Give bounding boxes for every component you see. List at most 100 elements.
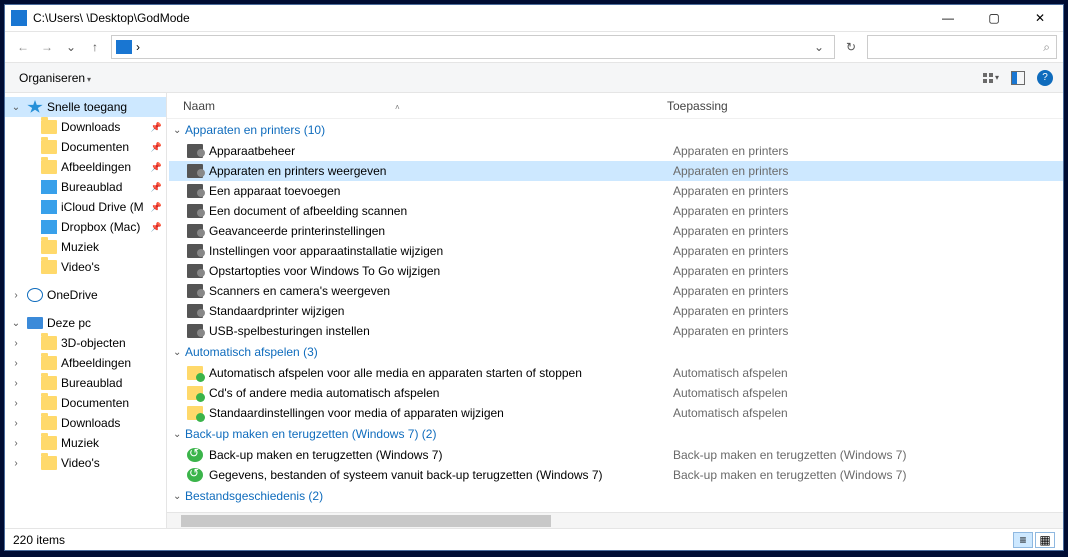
item-app: Back-up maken en terugzetten (Windows 7) xyxy=(673,468,906,482)
list-item[interactable]: Een document of afbeelding scannenAppara… xyxy=(169,201,1063,221)
item-name: Opstartopties voor Windows To Go wijzige… xyxy=(209,264,673,278)
item-icon xyxy=(187,448,203,462)
list-item[interactable]: Gegevens, bestanden of systeem vanuit ba… xyxy=(169,465,1063,485)
item-icon xyxy=(187,224,203,238)
recent-dropdown[interactable]: ⌄ xyxy=(59,35,83,59)
close-button[interactable]: ✕ xyxy=(1017,5,1063,31)
list-item[interactable]: USB-spelbesturingen instellenApparaten e… xyxy=(169,321,1063,341)
maximize-button[interactable]: ▢ xyxy=(971,5,1017,31)
pc-icon xyxy=(27,317,43,329)
expand-icon[interactable]: ⌄ xyxy=(9,318,23,329)
forward-button[interactable]: → xyxy=(35,35,59,59)
sidebar-item-onedrive[interactable]: ›OneDrive xyxy=(5,285,166,305)
sidebar-item-video-s[interactable]: ›Video's xyxy=(5,453,166,473)
list-item[interactable]: Geavanceerde printerinstellingenApparate… xyxy=(169,221,1063,241)
sidebar-label: Deze pc xyxy=(47,316,162,330)
sidebar-item-muziek[interactable]: ›Muziek xyxy=(5,433,166,453)
pin-icon: 📌 xyxy=(151,182,162,193)
sidebar-label: Downloads xyxy=(61,120,149,134)
col-name[interactable]: Naam xyxy=(183,99,215,113)
sidebar-item-documenten[interactable]: › Documenten xyxy=(5,393,166,413)
sidebar-label: Afbeeldingen xyxy=(61,160,149,174)
item-name: Automatisch afspelen voor alle media en … xyxy=(209,366,673,380)
help-button[interactable]: ? xyxy=(1037,70,1053,86)
list-item[interactable]: Een apparaat toevoegenApparaten en print… xyxy=(169,181,1063,201)
sidebar-item-dropbox-mac-[interactable]: Dropbox (Mac)📌 xyxy=(5,217,166,237)
h-scrollbar[interactable] xyxy=(167,512,1063,528)
list-item[interactable]: ApparaatbeheerApparaten en printers xyxy=(169,141,1063,161)
search-input[interactable]: ⌕ xyxy=(867,35,1057,59)
item-icon xyxy=(187,144,203,158)
group-header[interactable]: ⌄Automatisch afspelen (3) xyxy=(169,341,1063,363)
sidebar-item-icloud-drive-m[interactable]: iCloud Drive (M📌 xyxy=(5,197,166,217)
item-icon xyxy=(187,264,203,278)
chevron-down-icon[interactable]: ⌄ xyxy=(173,491,185,502)
organise-button[interactable]: Organiseren xyxy=(15,69,95,87)
list-item[interactable]: Automatisch afspelen voor alle media en … xyxy=(169,363,1063,383)
expand-icon[interactable]: › xyxy=(9,398,23,409)
list-item[interactable]: Instellingen voor apparaatinstallatie wi… xyxy=(169,241,1063,261)
list-item[interactable]: Standaardprinter wijzigenApparaten en pr… xyxy=(169,301,1063,321)
group-title: Apparaten en printers (10) xyxy=(185,123,325,137)
sidebar-item-bureaublad[interactable]: ›Bureaublad xyxy=(5,373,166,393)
preview-pane-button[interactable] xyxy=(1011,71,1025,85)
list-item[interactable]: Back-up maken en terugzetten (Windows 7)… xyxy=(169,445,1063,465)
list-item[interactable]: Apparaten en printers weergevenApparaten… xyxy=(169,161,1063,181)
command-bar: Organiseren ▾ ? xyxy=(5,63,1063,93)
expand-icon[interactable]: › xyxy=(9,418,23,429)
group-header[interactable]: ⌄Apparaten en printers (10) xyxy=(169,119,1063,141)
folder-icon xyxy=(41,160,57,174)
item-app: Apparaten en printers xyxy=(673,264,788,278)
expand-icon[interactable]: ⌄ xyxy=(9,102,23,113)
sidebar-item-afbeeldingen[interactable]: › Afbeeldingen xyxy=(5,353,166,373)
item-icon xyxy=(187,244,203,258)
folder-icon xyxy=(41,240,57,254)
chevron-down-icon[interactable]: ⌄ xyxy=(173,125,185,136)
sidebar-label: Afbeeldingen xyxy=(61,356,162,370)
address-dropdown[interactable]: ⌄ xyxy=(808,40,830,54)
sidebar-item-downloads[interactable]: Downloads📌 xyxy=(5,117,166,137)
chevron-down-icon[interactable]: ⌄ xyxy=(173,429,185,440)
minimize-button[interactable]: — xyxy=(925,5,971,31)
scroll-thumb[interactable] xyxy=(181,515,551,527)
icons-view-button[interactable]: ▦ xyxy=(1035,532,1055,548)
view-mode-button[interactable]: ▾ xyxy=(983,73,999,83)
back-button[interactable]: ← xyxy=(11,35,35,59)
refresh-button[interactable]: ↻ xyxy=(839,35,863,59)
item-icon xyxy=(187,204,203,218)
folder-icon xyxy=(41,376,57,390)
group-header[interactable]: ⌄Bestandsgeschiedenis (2) xyxy=(169,485,1063,507)
list-view[interactable]: ⌄Apparaten en printers (10)Apparaatbehee… xyxy=(167,119,1063,512)
expand-icon[interactable]: › xyxy=(9,378,23,389)
list-item[interactable]: Scanners en camera's weergevenApparaten … xyxy=(169,281,1063,301)
expand-icon[interactable]: › xyxy=(9,438,23,449)
list-item[interactable]: Cd's of andere media automatisch afspele… xyxy=(169,383,1063,403)
expand-icon[interactable]: › xyxy=(9,290,23,301)
sidebar-label: Bureaublad xyxy=(61,180,149,194)
details-view-button[interactable]: ≡ xyxy=(1013,532,1033,548)
sidebar-item-video-s[interactable]: Video's xyxy=(5,257,166,277)
chevron-down-icon[interactable]: ⌄ xyxy=(173,347,185,358)
address-bar[interactable]: › ⌄ xyxy=(111,35,835,59)
sidebar-item-3d-objecten[interactable]: ›3D-objecten xyxy=(5,333,166,353)
sidebar-label: Video's xyxy=(61,260,162,274)
sidebar-item-bureaublad[interactable]: Bureaublad📌 xyxy=(5,177,166,197)
col-app[interactable]: Toepassing xyxy=(667,99,728,113)
list-item[interactable]: Opstartopties voor Windows To Go wijzige… xyxy=(169,261,1063,281)
item-app: Apparaten en printers xyxy=(673,304,788,318)
folder-icon xyxy=(41,436,57,450)
sidebar-item-afbeeldingen[interactable]: Afbeeldingen📌 xyxy=(5,157,166,177)
sort-icon: ˄ xyxy=(395,103,400,112)
group-header[interactable]: ⌄Back-up maken en terugzetten (Windows 7… xyxy=(169,423,1063,445)
sidebar-item-documenten[interactable]: Documenten📌 xyxy=(5,137,166,157)
up-button[interactable]: ↑ xyxy=(83,35,107,59)
sidebar-item-deze-pc[interactable]: ⌄ Deze pc xyxy=(5,313,166,333)
sidebar-item-muziek[interactable]: Muziek xyxy=(5,237,166,257)
sidebar-item-downloads[interactable]: ›Downloads xyxy=(5,413,166,433)
expand-icon[interactable]: › xyxy=(9,338,23,349)
sidebar-item-snelle-toegang[interactable]: ⌄Snelle toegang xyxy=(5,97,166,117)
expand-icon[interactable]: › xyxy=(9,358,23,369)
list-item[interactable]: Standaardinstellingen voor media of appa… xyxy=(169,403,1063,423)
sidebar-label: Documenten xyxy=(61,396,162,410)
expand-icon[interactable]: › xyxy=(9,458,23,469)
